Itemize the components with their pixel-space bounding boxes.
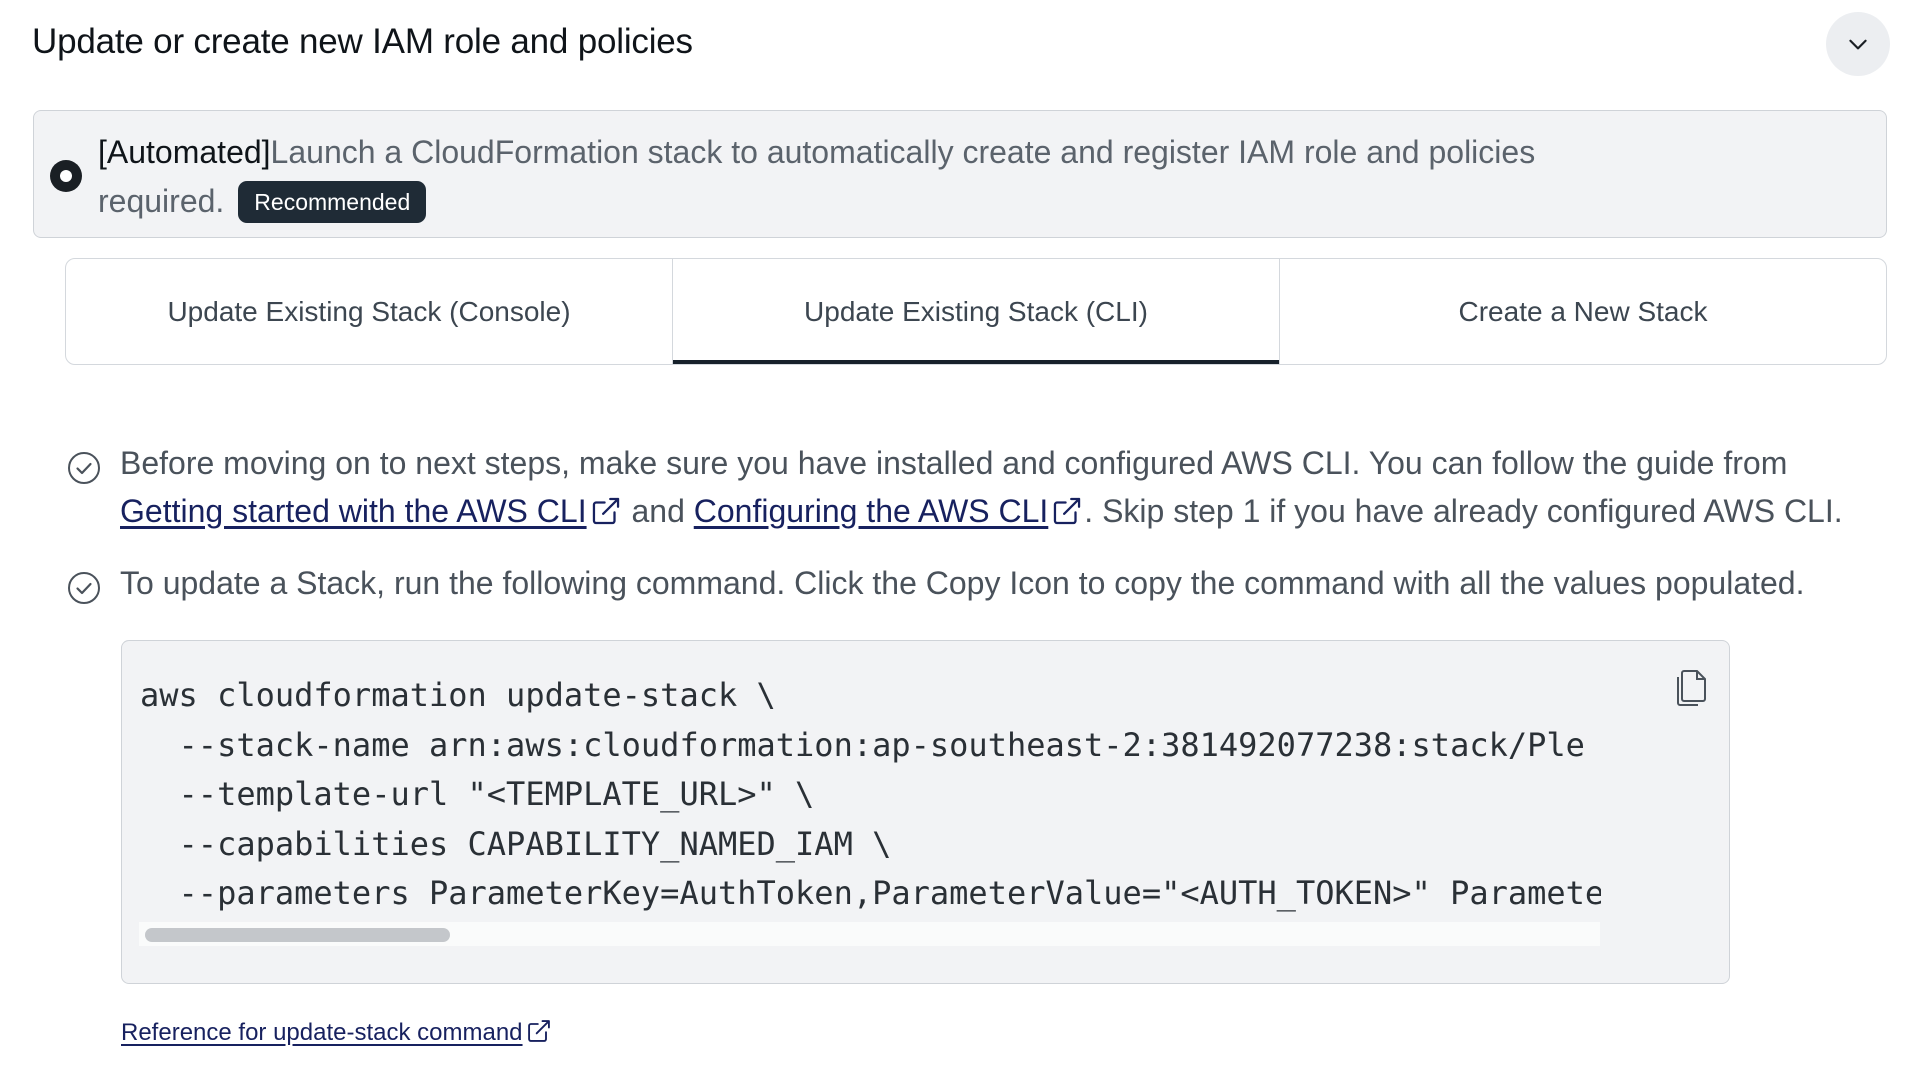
automated-label: [Automated]: [98, 134, 271, 170]
automated-option-description: [Automated]Launch a CloudFormation stack…: [98, 128, 1658, 226]
step1-after: . Skip step 1 if you have already config…: [1084, 493, 1843, 529]
copy-icon: [1677, 670, 1706, 706]
step1-text: Before moving on to next steps, make sur…: [120, 445, 1788, 481]
getting-started-cli-link[interactable]: Getting started with the AWS CLI: [120, 493, 587, 529]
code-line: --stack-name arn:aws:cloudformation:ap-s…: [140, 725, 1585, 764]
copy-button[interactable]: [1672, 664, 1712, 708]
step1-between: and: [631, 493, 685, 529]
code-line: --parameters ParameterKey=AuthToken,Para…: [140, 874, 1601, 912]
code-line: aws cloudformation update-stack \: [140, 676, 776, 714]
section-title: Update or create new IAM role and polici…: [32, 22, 693, 61]
external-link-icon: [1054, 497, 1081, 525]
check-circle-icon: [68, 452, 100, 484]
tab-create-new-stack[interactable]: Create a New Stack: [1279, 259, 1886, 364]
radio-selected-dot: [60, 170, 72, 182]
tab-update-existing-console[interactable]: Update Existing Stack (Console): [66, 259, 672, 364]
step-install-cli: Before moving on to next steps, make sur…: [120, 439, 1880, 535]
configuring-cli-link[interactable]: Configuring the AWS CLI: [694, 493, 1049, 529]
check-circle-icon: [68, 572, 100, 604]
reference-link-row: Reference for update-stack command: [121, 1016, 553, 1050]
automated-radio-button[interactable]: [50, 160, 82, 192]
step-run-command: To update a Stack, run the following com…: [120, 565, 1805, 601]
recommended-badge: Recommended: [238, 181, 427, 223]
external-link-icon: [527, 1020, 550, 1042]
external-link-icon: [592, 497, 619, 525]
update-stack-reference-link[interactable]: Reference for update-stack command: [121, 1019, 523, 1046]
code-line: --capabilities CAPABILITY_NAMED_IAM \: [140, 824, 892, 863]
collapse-button[interactable]: [1826, 12, 1890, 76]
chevron-down-icon: [1849, 39, 1867, 50]
tab-update-existing-cli[interactable]: Update Existing Stack (CLI): [672, 259, 1279, 364]
scrollbar-thumb[interactable]: [145, 928, 450, 942]
stack-method-tabs: Update Existing Stack (Console) Update E…: [65, 258, 1887, 365]
code-line: --template-url "<TEMPLATE_URL>" \: [140, 775, 815, 813]
code-viewport[interactable]: aws cloudformation update-stack \ --stac…: [140, 671, 1601, 929]
iam-role-section: Update or create new IAM role and polici…: [0, 0, 1908, 1068]
